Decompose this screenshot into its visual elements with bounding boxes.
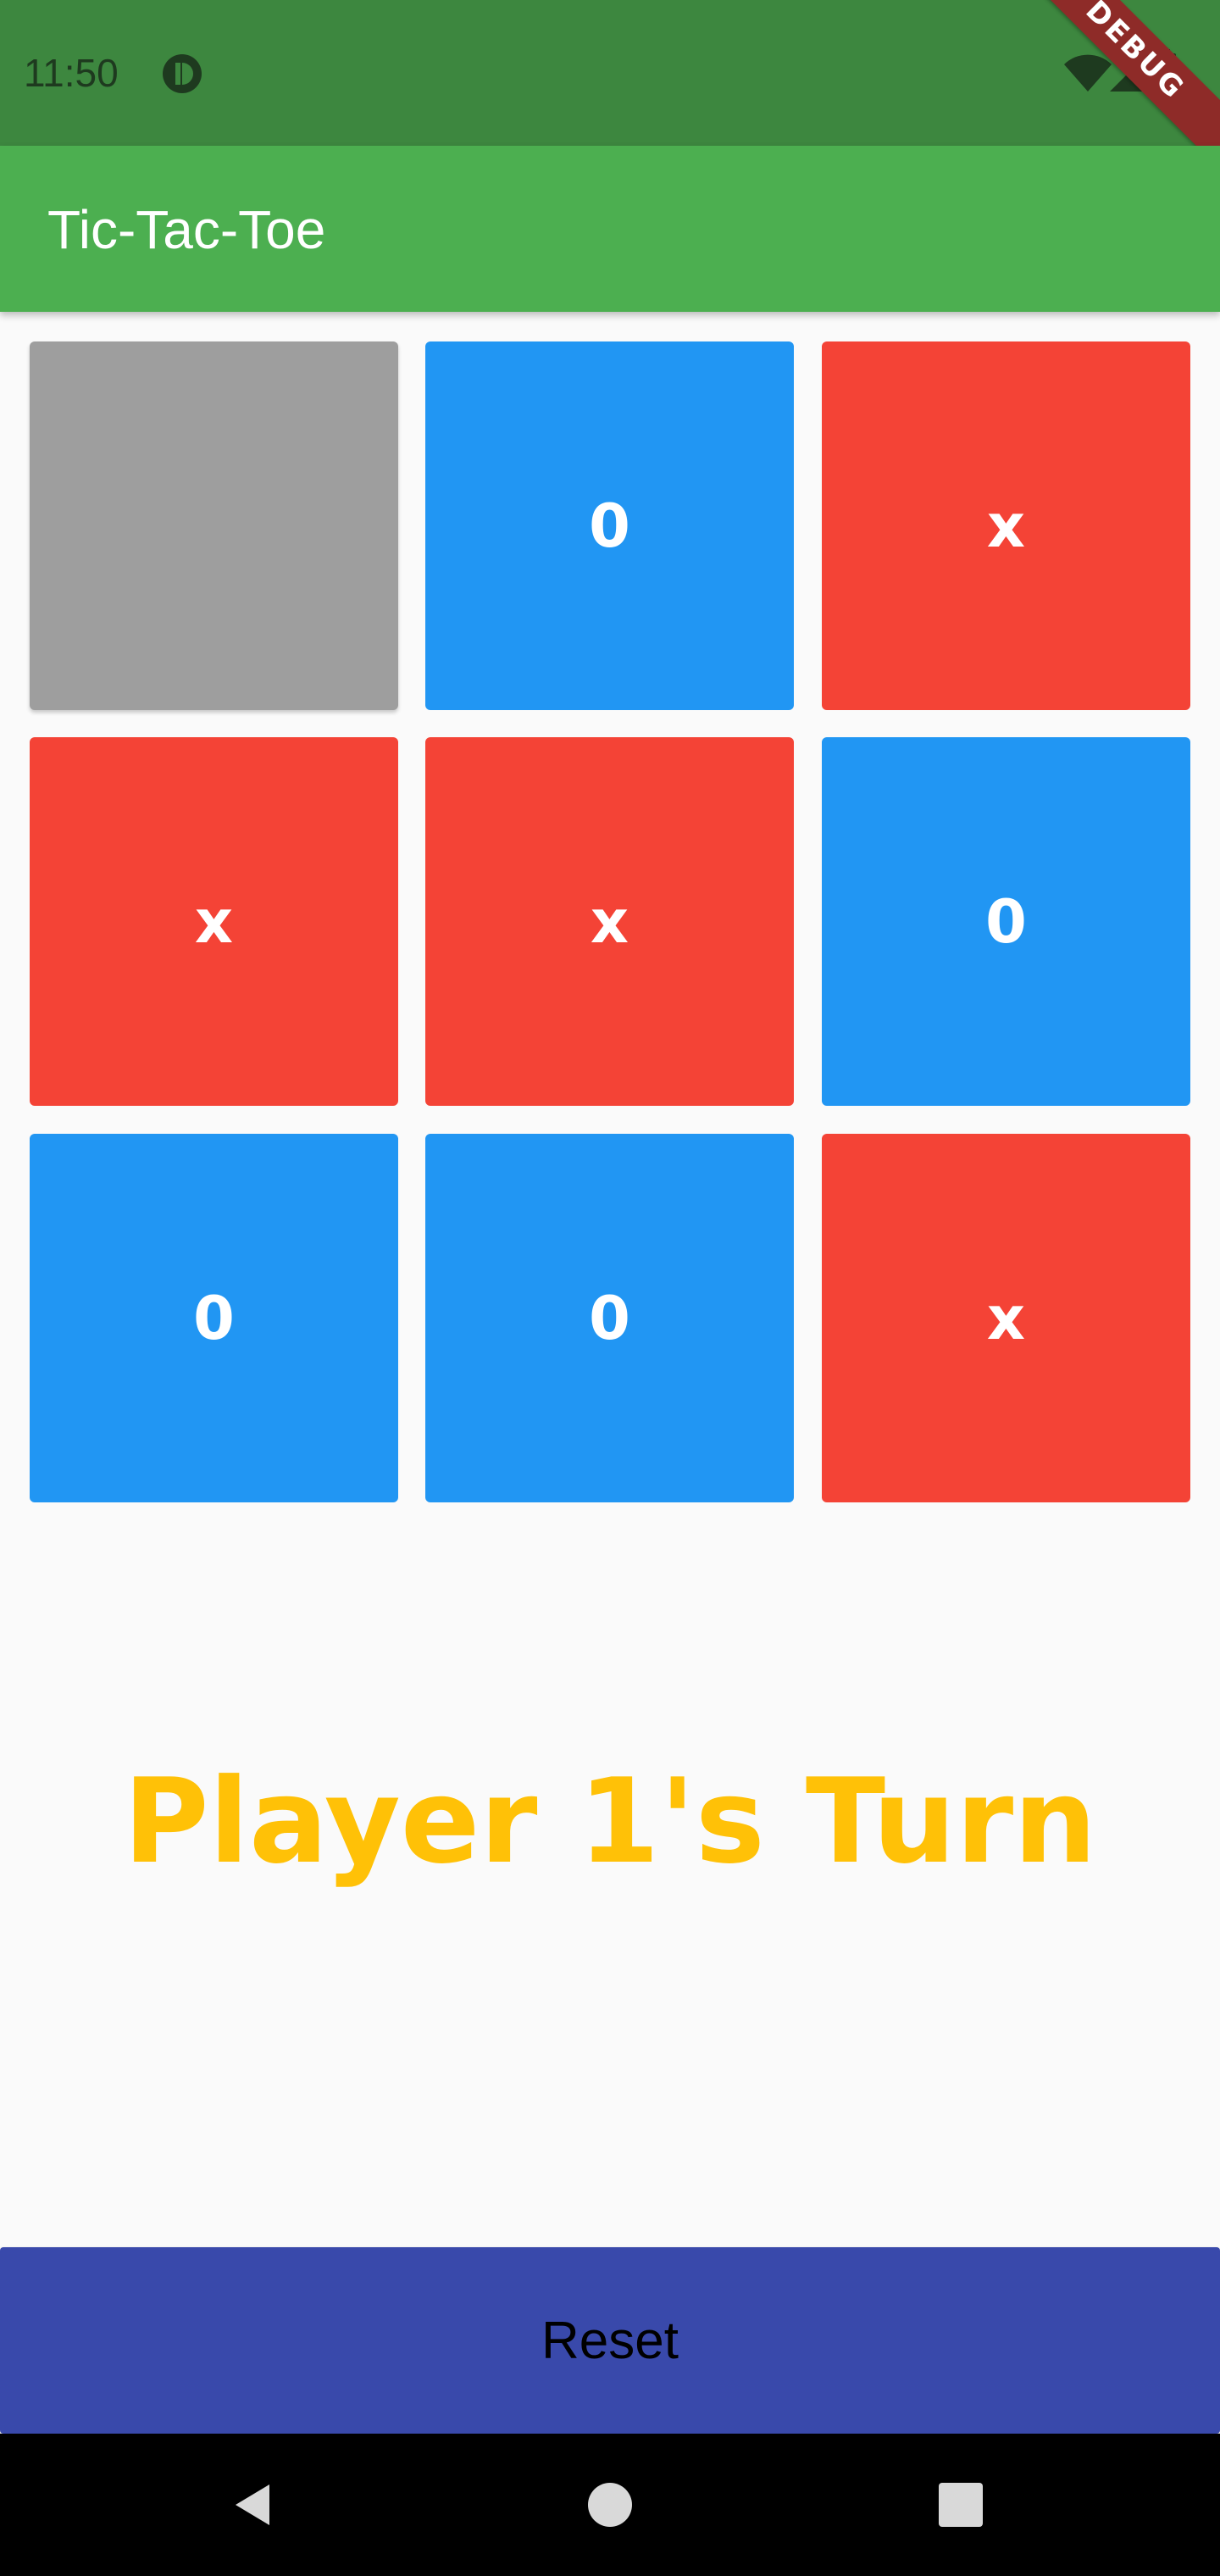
home-icon[interactable] bbox=[576, 2471, 644, 2539]
turn-indicator: Player 1's Turn bbox=[123, 1753, 1097, 1890]
board-cell-7[interactable]: 0 bbox=[30, 1134, 398, 1502]
recents-icon[interactable] bbox=[927, 2471, 995, 2539]
board-cell-2[interactable]: 0 bbox=[425, 341, 794, 710]
game-board: 0 x x x 0 0 0 x bbox=[30, 341, 1190, 1502]
board-cell-8[interactable]: 0 bbox=[425, 1134, 794, 1502]
board-cell-1[interactable] bbox=[30, 341, 398, 710]
board-cell-4[interactable]: x bbox=[30, 737, 398, 1106]
board-cell-3[interactable]: x bbox=[822, 341, 1190, 710]
status-time: 11:50 bbox=[24, 51, 119, 95]
navigation-bar bbox=[0, 2434, 1220, 2576]
app-status-icon bbox=[161, 53, 203, 95]
reset-button[interactable]: Reset bbox=[0, 2247, 1220, 2434]
board-cell-9[interactable]: x bbox=[822, 1134, 1190, 1502]
status-bar: 11:50 DEBUG bbox=[0, 0, 1220, 181]
wifi-icon bbox=[1064, 53, 1112, 97]
app-bar: Tic-Tac-Toe bbox=[0, 146, 1220, 312]
reset-button-label: Reset bbox=[541, 2311, 679, 2370]
back-icon[interactable] bbox=[220, 2471, 288, 2539]
board-cell-5[interactable]: x bbox=[425, 737, 794, 1106]
board-cell-6[interactable]: 0 bbox=[822, 737, 1190, 1106]
app-title: Tic-Tac-Toe bbox=[47, 199, 326, 260]
